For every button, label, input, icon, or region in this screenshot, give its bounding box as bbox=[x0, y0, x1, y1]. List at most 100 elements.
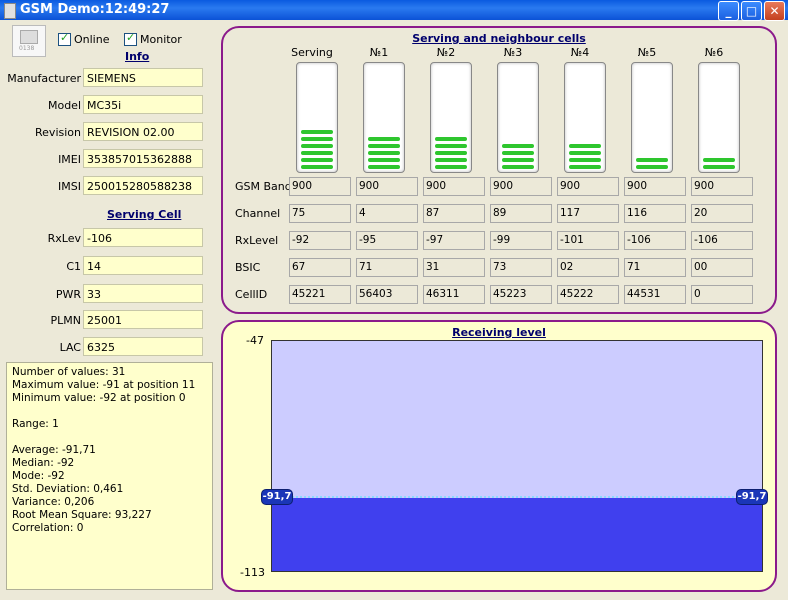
cell-bsic-value[interactable]: 02 bbox=[557, 258, 619, 277]
model-label: Model bbox=[47, 99, 81, 112]
cell-bsic-value[interactable]: 71 bbox=[624, 258, 686, 277]
cell-band-value[interactable]: 900 bbox=[624, 177, 686, 196]
signal-bar bbox=[368, 151, 400, 155]
cell-rxlevel-value[interactable]: -95 bbox=[356, 231, 418, 250]
c1-field[interactable]: 14 bbox=[83, 256, 203, 275]
cell-channel-value[interactable]: 20 bbox=[691, 204, 753, 223]
cell-band-value[interactable]: 900 bbox=[691, 177, 753, 196]
statistics-box[interactable]: Number of values: 31 Maximum value: -91 … bbox=[6, 362, 213, 590]
rxlev-field[interactable]: -106 bbox=[83, 228, 203, 247]
signal-bar bbox=[502, 144, 534, 148]
signal-bar bbox=[368, 158, 400, 162]
row-label-cellid: CellID bbox=[235, 288, 268, 301]
cell-channel-value[interactable]: 87 bbox=[423, 204, 485, 223]
signal-bar bbox=[435, 144, 467, 148]
signal-bar bbox=[636, 158, 668, 162]
pwr-field[interactable]: 33 bbox=[83, 284, 203, 303]
cell-bsic-value[interactable]: 00 bbox=[691, 258, 753, 277]
row-label-band: GSM Band bbox=[235, 180, 292, 193]
cell-band-value[interactable]: 900 bbox=[423, 177, 485, 196]
lac-field[interactable]: 6325 bbox=[83, 337, 203, 356]
signal-bar bbox=[301, 158, 333, 162]
signal-meter bbox=[296, 62, 338, 173]
y-axis-min-label: -113 bbox=[240, 566, 265, 579]
signal-bar bbox=[703, 165, 735, 169]
row-label-channel: Channel bbox=[235, 207, 281, 220]
imsi-field[interactable]: 250015280588238 bbox=[83, 176, 203, 195]
signal-bar bbox=[502, 151, 534, 155]
cell-rxlevel-value[interactable]: -99 bbox=[490, 231, 552, 250]
monitor-checkbox[interactable]: Monitor bbox=[124, 31, 182, 46]
cells-panel-title: Serving and neighbour cells bbox=[412, 32, 586, 45]
c1-label: C1 bbox=[66, 260, 81, 273]
signal-bar bbox=[301, 144, 333, 148]
cell-rxlevel-value[interactable]: -101 bbox=[557, 231, 619, 250]
model-field[interactable]: MC35i bbox=[83, 95, 203, 114]
title-bar[interactable]: GSM Demo:12:49:27 _ □ ✕ bbox=[0, 0, 788, 21]
plmn-label: PLMN bbox=[50, 314, 81, 327]
signal-bar bbox=[435, 165, 467, 169]
cell-rxlevel-value[interactable]: -97 bbox=[423, 231, 485, 250]
signal-meter bbox=[497, 62, 539, 173]
receiving-panel-title: Receiving level bbox=[452, 326, 546, 339]
cell-rxlevel-value[interactable]: -106 bbox=[624, 231, 686, 250]
cell-column-header: №4 bbox=[570, 46, 590, 59]
cell-bsic-value[interactable]: 31 bbox=[423, 258, 485, 277]
phone-icon[interactable]: 0138 bbox=[12, 25, 46, 57]
signal-meter bbox=[564, 62, 606, 173]
signal-bar bbox=[368, 165, 400, 169]
imei-label: IMEI bbox=[58, 153, 81, 166]
signal-bar bbox=[301, 165, 333, 169]
imsi-label: IMSI bbox=[58, 180, 81, 193]
cell-band-value[interactable]: 900 bbox=[289, 177, 351, 196]
revision-field[interactable]: REVISION 02.00 bbox=[83, 122, 203, 141]
revision-label: Revision bbox=[35, 126, 81, 139]
manufacturer-field[interactable]: SIEMENS bbox=[83, 68, 203, 87]
cell-band-value[interactable]: 900 bbox=[490, 177, 552, 196]
cell-column-header: Serving bbox=[291, 46, 333, 59]
cell-rxlevel-value[interactable]: -106 bbox=[691, 231, 753, 250]
cell-cellid-value[interactable]: 0 bbox=[691, 285, 753, 304]
check-icon bbox=[124, 31, 137, 46]
signal-bar bbox=[569, 158, 601, 162]
cell-cellid-value[interactable]: 44531 bbox=[624, 285, 686, 304]
current-level-left-tag: -91,7 bbox=[261, 489, 293, 506]
cell-cellid-value[interactable]: 46311 bbox=[423, 285, 485, 304]
receiving-level-chart[interactable] bbox=[271, 340, 763, 572]
cell-channel-value[interactable]: 116 bbox=[624, 204, 686, 223]
signal-bar bbox=[301, 151, 333, 155]
signal-bar bbox=[368, 137, 400, 141]
cell-column-header: №1 bbox=[369, 46, 389, 59]
cell-channel-value[interactable]: 117 bbox=[557, 204, 619, 223]
cell-rxlevel-value[interactable]: -92 bbox=[289, 231, 351, 250]
signal-bar bbox=[502, 165, 534, 169]
cell-cellid-value[interactable]: 45222 bbox=[557, 285, 619, 304]
signal-bar bbox=[435, 158, 467, 162]
signal-bar bbox=[636, 165, 668, 169]
cell-cellid-value[interactable]: 56403 bbox=[356, 285, 418, 304]
online-label: Online bbox=[74, 32, 110, 46]
cell-band-value[interactable]: 900 bbox=[557, 177, 619, 196]
signal-bar bbox=[435, 137, 467, 141]
cell-bsic-value[interactable]: 73 bbox=[490, 258, 552, 277]
plmn-field[interactable]: 25001 bbox=[83, 310, 203, 329]
cell-channel-value[interactable]: 89 bbox=[490, 204, 552, 223]
signal-meter bbox=[631, 62, 673, 173]
level-trace-line bbox=[272, 496, 762, 499]
monitor-label: Monitor bbox=[140, 32, 182, 46]
cell-cellid-value[interactable]: 45221 bbox=[289, 285, 351, 304]
window-title: GSM Demo:12:49:27 bbox=[20, 2, 170, 17]
maximize-button[interactable]: □ bbox=[741, 1, 762, 21]
cell-channel-value[interactable]: 4 bbox=[356, 204, 418, 223]
cell-channel-value[interactable]: 75 bbox=[289, 204, 351, 223]
cell-bsic-value[interactable]: 67 bbox=[289, 258, 351, 277]
imei-field[interactable]: 353857015362888 bbox=[83, 149, 203, 168]
cell-cellid-value[interactable]: 45223 bbox=[490, 285, 552, 304]
close-button[interactable]: ✕ bbox=[764, 1, 785, 21]
signal-bar bbox=[569, 151, 601, 155]
online-checkbox[interactable]: Online bbox=[58, 31, 110, 46]
app-title-icon bbox=[4, 3, 16, 19]
cell-bsic-value[interactable]: 71 bbox=[356, 258, 418, 277]
minimize-button[interactable]: _ bbox=[718, 1, 739, 21]
cell-band-value[interactable]: 900 bbox=[356, 177, 418, 196]
